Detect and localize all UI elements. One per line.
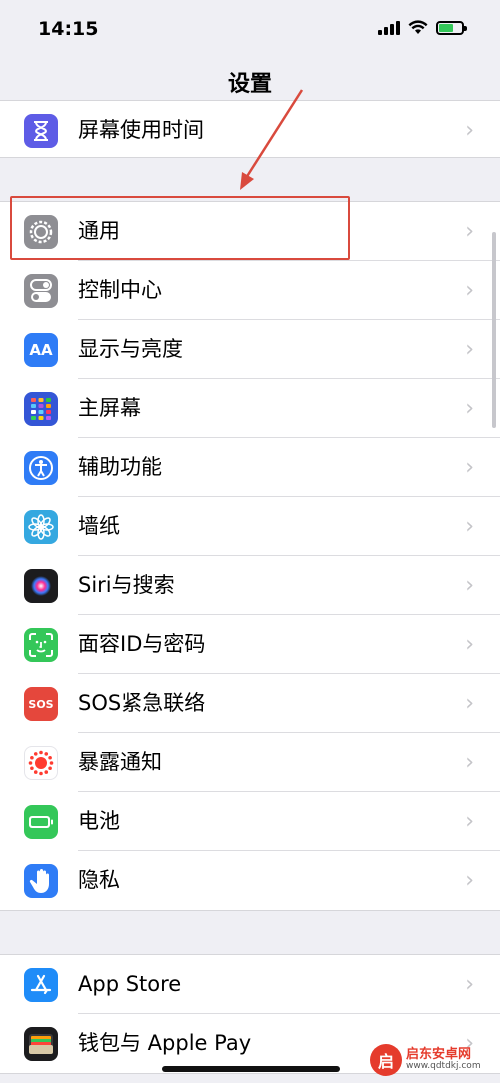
- watermark-logo: 启: [370, 1044, 402, 1076]
- settings-row[interactable]: 通用 ›: [0, 202, 500, 261]
- chevron-right-icon: ›: [465, 278, 474, 303]
- status-icons: [378, 20, 467, 35]
- settings-group-top: 屏幕使用时间 ›: [0, 100, 500, 158]
- sos-label: SOS: [28, 697, 54, 711]
- watermark: 启 启东安卓网 www.qdtdkj.com: [370, 1040, 498, 1080]
- chevron-right-icon: ›: [465, 809, 474, 834]
- watermark-url: www.qdtdkj.com: [406, 1061, 481, 1072]
- settings-row[interactable]: SOS SOS紧急联络 ›: [0, 674, 500, 733]
- settings-row-label: 面容ID与密码: [78, 632, 206, 656]
- settings-row[interactable]: Siri与搜索 ›: [0, 556, 500, 615]
- chevron-right-icon: ›: [465, 514, 474, 539]
- status-bar: 14:15: [0, 0, 500, 60]
- chevron-right-icon: ›: [465, 632, 474, 657]
- chevron-right-icon: ›: [465, 337, 474, 362]
- watermark-name: 启东安卓网: [406, 1046, 472, 1062]
- settings-row[interactable]: 隐私 ›: [0, 851, 500, 910]
- text-size-glyph: AA: [29, 341, 53, 359]
- sos-icon: SOS: [24, 687, 58, 721]
- flower-icon: [24, 510, 58, 544]
- settings-row[interactable]: 墙纸 ›: [0, 497, 500, 556]
- scrollbar[interactable]: [492, 232, 496, 428]
- exposure-icon: [24, 746, 58, 780]
- settings-row-label: 主屏幕: [78, 396, 141, 420]
- settings-row-label: 辅助功能: [78, 455, 162, 479]
- cellular-signal-icon: [378, 20, 400, 35]
- settings-row[interactable]: 暴露通知 ›: [0, 733, 500, 792]
- chevron-right-icon: ›: [465, 868, 474, 893]
- settings-row-label: 屏幕使用时间: [78, 118, 204, 142]
- settings-row-label: 暴露通知: [78, 750, 162, 774]
- face-id-icon: [24, 628, 58, 662]
- hourglass-icon: [24, 114, 58, 148]
- chevron-right-icon: ›: [465, 396, 474, 421]
- chevron-right-icon: ›: [465, 573, 474, 598]
- chevron-right-icon: ›: [465, 219, 474, 244]
- settings-row[interactable]: 面容ID与密码 ›: [0, 615, 500, 674]
- settings-row[interactable]: 电池 ›: [0, 792, 500, 851]
- settings-row-label: 显示与亮度: [78, 337, 183, 361]
- app-grid-icon: [24, 392, 58, 426]
- settings-row-label: SOS紧急联络: [78, 691, 206, 715]
- status-time: 14:15: [38, 18, 99, 40]
- chevron-right-icon: ›: [465, 972, 474, 997]
- battery-icon: [24, 805, 58, 839]
- settings-row-label: 电池: [78, 809, 120, 833]
- settings-row[interactable]: 辅助功能 ›: [0, 438, 500, 497]
- gear-icon: [24, 215, 58, 249]
- settings-row[interactable]: 屏幕使用时间 ›: [0, 101, 500, 157]
- hand-icon: [24, 864, 58, 898]
- app-store-icon: [24, 968, 58, 1002]
- settings-row-label: Siri与搜索: [78, 573, 175, 597]
- accessibility-icon: [24, 451, 58, 485]
- home-indicator[interactable]: [162, 1066, 340, 1072]
- page-title: 设置: [227, 72, 272, 97]
- settings-row-label: 控制中心: [78, 278, 162, 302]
- settings-row[interactable]: AA 显示与亮度 ›: [0, 320, 500, 379]
- settings-row-label: App Store: [78, 972, 182, 996]
- chevron-right-icon: ›: [465, 455, 474, 480]
- settings-row[interactable]: App Store ›: [0, 955, 500, 1014]
- settings-row-label: 通用: [78, 219, 120, 243]
- chevron-right-icon: ›: [465, 750, 474, 775]
- wallet-icon: [24, 1027, 58, 1061]
- settings-row[interactable]: 主屏幕 ›: [0, 379, 500, 438]
- chevron-right-icon: ›: [465, 691, 474, 716]
- wifi-icon: [408, 20, 428, 34]
- siri-icon: [24, 569, 58, 603]
- settings-row-label: 钱包与 Apple Pay: [78, 1031, 252, 1055]
- text-size-icon: AA: [24, 333, 58, 367]
- chevron-right-icon: ›: [465, 118, 474, 143]
- battery-status-icon: [436, 20, 467, 35]
- settings-row-label: 墙纸: [78, 514, 120, 538]
- settings-group-main: 通用 › 控制中心 › AA 显示与亮度 › 主屏幕 › 辅助功能 › 墙纸 › Siri与搜索 › 面容ID…: [0, 201, 500, 911]
- settings-row[interactable]: 控制中心 ›: [0, 261, 500, 320]
- toggle-icon: [24, 274, 58, 308]
- settings-row-label: 隐私: [78, 868, 120, 892]
